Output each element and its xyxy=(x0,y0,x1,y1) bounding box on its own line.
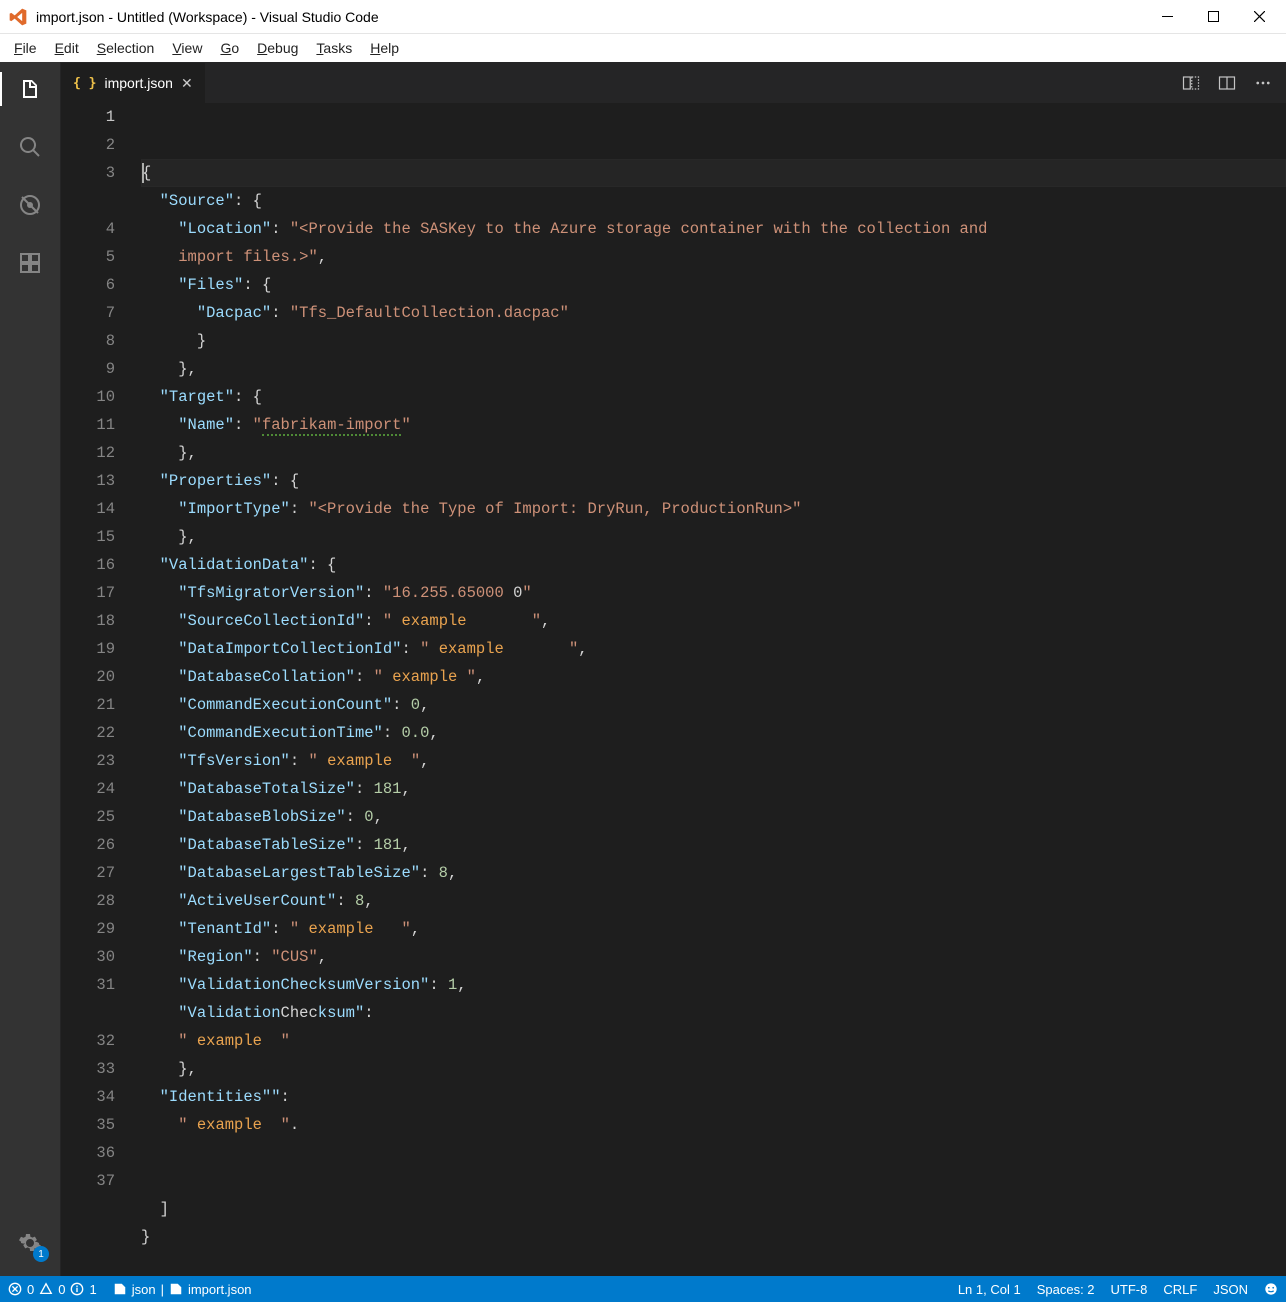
status-language[interactable]: JSON xyxy=(1205,1276,1256,1302)
tab-close-icon[interactable]: ✕ xyxy=(181,75,193,92)
status-bar: 0 0 1 json | import.json Ln 1, Col 1 Spa… xyxy=(0,1276,1286,1302)
maximize-button[interactable] xyxy=(1190,0,1236,34)
status-indent[interactable]: Spaces: 2 xyxy=(1029,1276,1103,1302)
status-encoding[interactable]: UTF-8 xyxy=(1103,1276,1156,1302)
activity-explorer[interactable] xyxy=(13,72,47,106)
menu-file[interactable]: File xyxy=(6,38,45,58)
activity-debug[interactable] xyxy=(13,188,47,222)
activity-search[interactable] xyxy=(13,130,47,164)
window-title: import.json - Untitled (Workspace) - Vis… xyxy=(36,9,379,25)
editor-group: { } import.json ✕ 1234567891011121314151… xyxy=(61,63,1286,1276)
status-feedback-icon[interactable] xyxy=(1256,1276,1286,1302)
tab-label: import.json xyxy=(104,75,172,91)
status-position[interactable]: Ln 1, Col 1 xyxy=(950,1276,1029,1302)
menu-debug[interactable]: Debug xyxy=(249,38,306,58)
code-area[interactable]: { "Source": { "Location": "<Provide the … xyxy=(141,103,1286,1276)
menu-tasks[interactable]: Tasks xyxy=(308,38,360,58)
activity-bar: 1 xyxy=(0,62,60,1276)
split-editor-icon[interactable] xyxy=(1218,74,1236,92)
tab-import-json[interactable]: { } import.json ✕ xyxy=(61,63,206,103)
menu-bar: File Edit Selection View Go Debug Tasks … xyxy=(0,34,1286,62)
menu-view[interactable]: View xyxy=(164,38,210,58)
status-eol[interactable]: CRLF xyxy=(1155,1276,1205,1302)
menu-help[interactable]: Help xyxy=(362,38,407,58)
settings-badge: 1 xyxy=(33,1246,49,1262)
minimize-button[interactable] xyxy=(1144,0,1190,34)
more-actions-icon[interactable] xyxy=(1254,74,1272,92)
main-area: 1 { } import.json ✕ xyxy=(0,62,1286,1276)
vscode-icon xyxy=(8,7,28,27)
tab-bar: { } import.json ✕ xyxy=(61,63,1286,103)
compare-icon[interactable] xyxy=(1182,74,1200,92)
activity-extensions[interactable] xyxy=(13,246,47,280)
menu-edit[interactable]: Edit xyxy=(47,38,87,58)
status-breadcrumb[interactable]: json | import.json xyxy=(105,1276,260,1302)
activity-settings[interactable]: 1 xyxy=(13,1226,47,1260)
title-bar: import.json - Untitled (Workspace) - Vis… xyxy=(0,0,1286,34)
menu-selection[interactable]: Selection xyxy=(89,38,163,58)
gutter: 1234567891011121314151617181920212223242… xyxy=(61,103,141,1276)
json-file-icon: { } xyxy=(73,76,96,91)
status-problems[interactable]: 0 0 1 xyxy=(0,1276,105,1302)
close-button[interactable] xyxy=(1236,0,1282,34)
editor[interactable]: 1234567891011121314151617181920212223242… xyxy=(61,103,1286,1276)
menu-go[interactable]: Go xyxy=(212,38,247,58)
